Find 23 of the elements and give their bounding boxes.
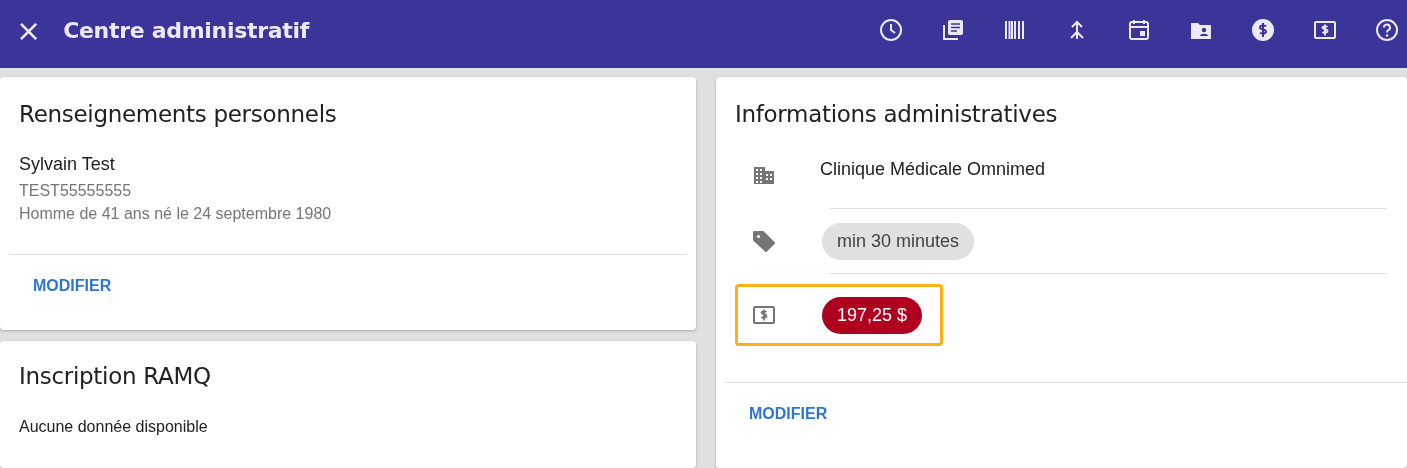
tag-icon: [752, 229, 776, 253]
calendar-icon[interactable]: [1127, 18, 1151, 42]
file-number: TEST55555555: [18, 181, 133, 200]
clinic-name: Clinique Médicale Omnimed: [820, 159, 1046, 180]
empty-message: Aucune donnée disponible: [18, 417, 209, 436]
patient-description: Homme de 41 ans né le 24 septembre 1980: [18, 204, 333, 223]
tag-chip: min 30 minutes: [822, 222, 975, 260]
money-icon[interactable]: [1313, 18, 1337, 42]
edit-button[interactable]: MODIFIER: [725, 383, 852, 423]
money-icon: [752, 303, 776, 327]
amount-chip: 197,25 $: [822, 296, 923, 334]
barcode-icon[interactable]: [1003, 18, 1027, 42]
edit-button[interactable]: MODIFIER: [9, 255, 136, 295]
patient-name: Sylvain Test: [18, 153, 116, 175]
documents-icon[interactable]: [941, 18, 965, 42]
card-title: Renseignements personnels: [18, 100, 338, 127]
close-button[interactable]: ×: [12, 16, 46, 46]
help-icon[interactable]: [1375, 18, 1399, 42]
dollar-icon[interactable]: [1251, 18, 1275, 42]
window-title: Centre administratif: [63, 17, 309, 43]
card-title: Inscription RAMQ: [18, 362, 212, 389]
card-title: Informations administratives: [734, 100, 1059, 127]
clock-icon[interactable]: [879, 18, 903, 42]
